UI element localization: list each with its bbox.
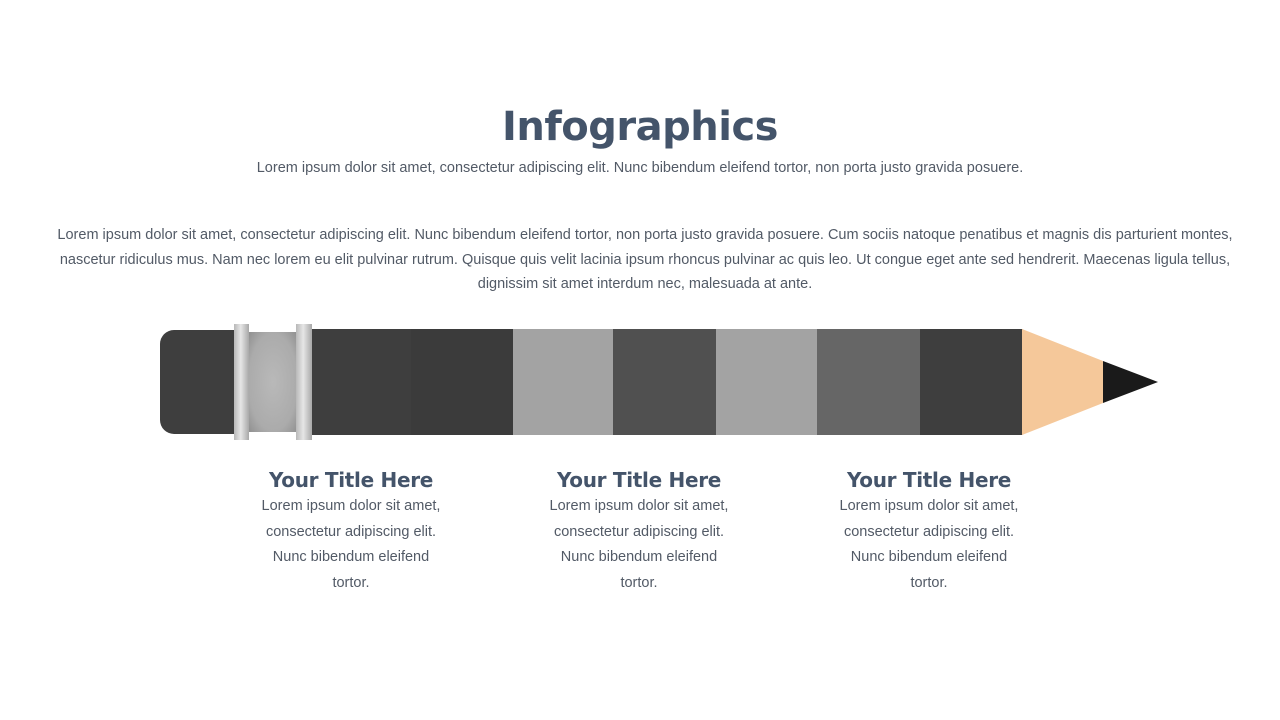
card-body: Lorem ipsum dolor sit amet, consectetur … <box>241 494 461 596</box>
card-body: Lorem ipsum dolor sit amet, consectetur … <box>529 494 749 596</box>
card-body-line: consectetur adipiscing elit. <box>553 523 725 540</box>
info-card-1: Your Title Here Lorem ipsum dolor sit am… <box>241 466 461 596</box>
info-card-3: Your Title Here Lorem ipsum dolor sit am… <box>819 466 1039 596</box>
card-body: Lorem ipsum dolor sit amet, consectetur … <box>819 494 1039 596</box>
card-body-line: tortor. <box>620 574 658 591</box>
pencil-segment-2 <box>411 329 514 435</box>
card-body-line: tortor. <box>910 574 948 591</box>
pencil-lead-tip <box>1103 361 1158 403</box>
pencil-segment-3 <box>513 329 614 435</box>
ferrule-ring-left <box>234 324 249 440</box>
card-title: Your Title Here <box>846 468 1012 492</box>
card-body-line: Nunc bibendum eleifend <box>272 549 430 565</box>
pencil-graphic <box>160 324 1158 440</box>
ferrule-ring-right <box>296 324 312 440</box>
pencil-segment-6 <box>817 329 921 435</box>
pencil-segment-4 <box>613 329 717 435</box>
card-body-line: consectetur adipiscing elit. <box>843 523 1015 540</box>
card-body-line: Lorem ipsum dolor sit amet, <box>549 498 729 514</box>
ferrule-middle <box>248 332 298 432</box>
card-body-line: Lorem ipsum dolor sit amet, <box>839 498 1019 514</box>
card-title: Your Title Here <box>556 468 722 492</box>
info-card-2: Your Title Here Lorem ipsum dolor sit am… <box>529 466 749 596</box>
card-body-line: tortor. <box>332 574 370 591</box>
pencil-wood-tip <box>1022 329 1103 435</box>
card-body-line: Nunc bibendum eleifend <box>850 549 1008 565</box>
card-body-line: Lorem ipsum dolor sit amet, <box>261 498 441 514</box>
card-body-line: Nunc bibendum eleifend <box>560 549 718 565</box>
card-body-line: consectetur adipiscing elit. <box>265 523 437 540</box>
card-title: Your Title Here <box>268 468 434 492</box>
pencil-segment-1 <box>312 329 412 435</box>
pencil-segment-7 <box>920 329 1023 435</box>
pencil-segment-5 <box>716 329 818 435</box>
